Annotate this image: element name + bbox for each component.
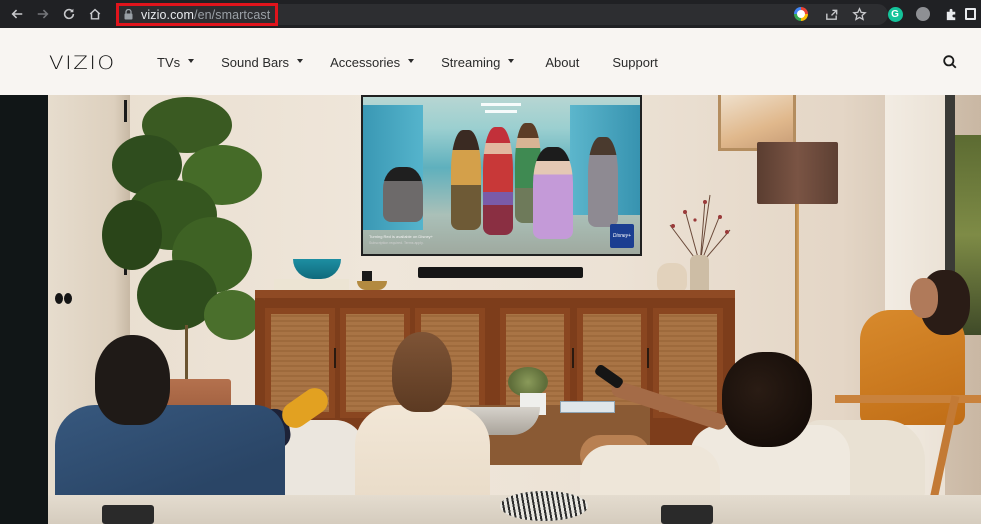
vizio-logo[interactable]: VIZIO — [49, 52, 116, 74]
extensions-button[interactable] — [937, 0, 965, 28]
lock-icon — [124, 9, 133, 20]
book-on-table — [560, 401, 615, 413]
nav-item-label: Sound Bars — [221, 55, 290, 70]
forward-button[interactable] — [30, 0, 56, 28]
nav-item-streaming[interactable]: Streaming — [441, 55, 515, 70]
character — [383, 167, 423, 222]
nav-item-accessories[interactable]: Accessories — [330, 55, 415, 70]
reload-icon — [63, 8, 75, 20]
nav-item-label: About — [545, 55, 580, 70]
google-icon — [794, 7, 808, 21]
ceramic-vase — [657, 263, 687, 293]
home-icon — [89, 8, 101, 20]
nav-item-sound-bars[interactable]: Sound Bars — [221, 55, 304, 70]
side-panel-icon — [965, 8, 976, 20]
arrow-right-icon — [37, 9, 49, 19]
character — [451, 130, 481, 230]
door-knob — [55, 291, 73, 304]
tv-screen: Turning Red is available on Disney+ Subs… — [363, 97, 640, 254]
search-button[interactable] — [942, 54, 958, 70]
grammarly-icon: G — [887, 6, 903, 22]
site-header: VIZIO TVs Sound Bars Accessories Streami… — [0, 28, 981, 95]
url-text: vizio.com/en/smartcast — [141, 8, 270, 22]
plant-stem — [185, 325, 188, 385]
brass-dish — [357, 281, 387, 290]
reload-button[interactable] — [56, 0, 82, 28]
cabinet-handle — [334, 348, 336, 368]
ceiling-light — [485, 110, 517, 113]
cabinet-handle — [647, 348, 649, 368]
character — [588, 137, 618, 227]
google-lens-button[interactable] — [787, 0, 815, 28]
url-domain: vizio.com — [141, 7, 194, 22]
home-button[interactable] — [82, 0, 108, 28]
character — [483, 127, 513, 235]
globe-icon — [916, 7, 930, 21]
address-bar[interactable]: vizio.com/en/smartcast — [116, 3, 278, 26]
nav-item-label: Accessories — [330, 55, 401, 70]
share-button[interactable] — [817, 0, 845, 28]
caret-down-icon — [508, 59, 515, 63]
nav-item-support[interactable]: Support — [612, 55, 658, 70]
nav-item-label: Streaming — [441, 55, 501, 70]
puzzle-icon — [946, 8, 955, 20]
sofa-clip — [102, 505, 154, 524]
main-nav: TVs Sound Bars Accessories Streaming Abo… — [157, 55, 685, 70]
nav-item-label: TVs — [157, 55, 181, 70]
decorative-bowl — [500, 491, 588, 521]
wall-tv: Turning Red is available on Disney+ Subs… — [361, 95, 642, 256]
disney-plus-badge: Disney+ — [610, 224, 634, 248]
cabinet-handle — [572, 348, 574, 368]
person-ponytail — [392, 332, 452, 412]
arrow-left-icon — [11, 9, 23, 19]
floor-lamp-shade — [757, 142, 838, 204]
url-path: /en/smartcast — [194, 7, 271, 22]
search-icon — [943, 55, 957, 69]
vizio-soundbar — [418, 267, 583, 278]
caret-down-icon — [188, 59, 195, 63]
side-panel-button[interactable] — [965, 0, 981, 28]
tv-caption-subtext: Subscription required. Terms apply. — [369, 241, 424, 245]
ceramic-vase — [690, 255, 709, 293]
nav-item-tvs[interactable]: TVs — [157, 55, 195, 70]
ceiling-light — [481, 103, 521, 106]
back-button[interactable] — [4, 0, 30, 28]
bookmark-button[interactable] — [845, 0, 873, 28]
caret-down-icon — [297, 59, 304, 63]
star-icon — [851, 6, 867, 21]
share-icon — [825, 9, 837, 20]
character — [533, 147, 573, 239]
person-head — [95, 335, 170, 425]
grammarly-extension-button[interactable]: G — [881, 0, 909, 28]
nav-item-label: Support — [612, 55, 658, 70]
person-face — [910, 278, 938, 318]
nav-item-about[interactable]: About — [545, 55, 579, 70]
dried-flowers — [669, 194, 731, 265]
toolbar-actions: G — [787, 0, 981, 28]
tv-caption: Turning Red is available on Disney+ — [369, 234, 433, 239]
candle — [362, 271, 372, 281]
dark-edge — [0, 95, 48, 524]
hero-image: Turning Red is available on Disney+ Subs… — [0, 95, 981, 524]
browser-toolbar: vizio.com/en/smartcast G — [0, 0, 981, 28]
profile-extension-button[interactable] — [909, 0, 937, 28]
sofa-clip — [661, 505, 713, 524]
curly-haired-person — [722, 352, 812, 447]
caret-down-icon — [408, 59, 415, 63]
floor-lamp-pole — [795, 204, 799, 364]
